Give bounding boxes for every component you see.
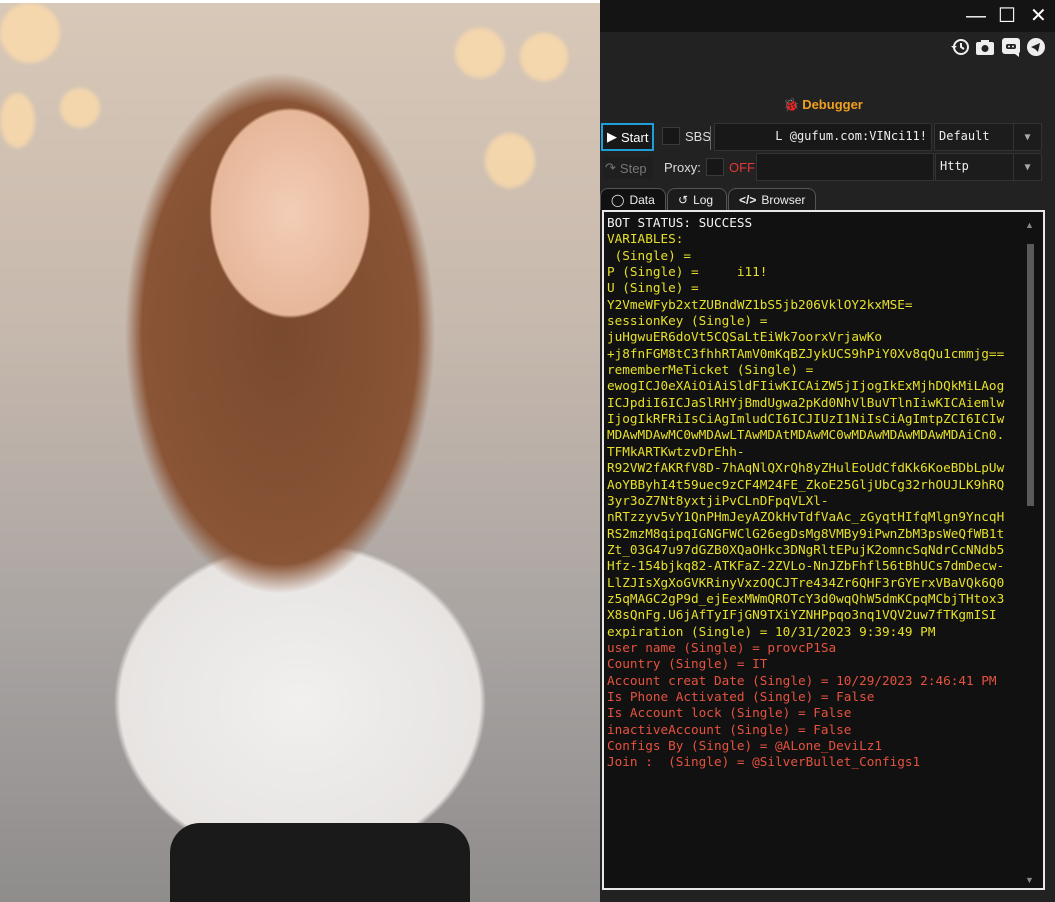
console-line: MDAwMDAwMC0wMDAwLTAwMDAtMDAwMC0wMDAwMDAw…	[607, 427, 1005, 443]
tab-label: Data	[629, 192, 655, 207]
proxy-type-value: Http	[940, 159, 969, 173]
console-line: IjogIkRFRiIsCiAgImludCI6ICJIUzI1NiIsCiAg…	[607, 411, 1005, 427]
console-line: BOT STATUS: SUCCESS	[607, 215, 753, 230]
scrollbar[interactable]: ▲ ▼	[1025, 220, 1035, 885]
console-line: P (Single) = i11!	[607, 264, 768, 280]
console-line: z5qMAGC2gP9d_ejEexMWmQROTcY3d0wqQhW5dmKC…	[607, 590, 1005, 606]
step-label: Step	[619, 160, 647, 176]
bokeh-light	[0, 3, 60, 63]
step-button[interactable]: ↷ Step	[603, 157, 653, 179]
console-line: Configs By (Single) = @ALone_DeviLz1	[607, 738, 882, 753]
console-line: inactiveAccount (Single) = False	[607, 721, 852, 737]
bokeh-light	[455, 28, 505, 78]
maximize-button[interactable]: ☐	[998, 6, 1016, 26]
console-line: 3yr3oZ7Nt8yxtjiPvCLnDFpqVLXl-	[607, 492, 829, 508]
console-line: X8sQnFg.U6jAfTyIFjGN9TXiYZNHPpqo3nq1VQV2…	[607, 607, 997, 623]
console-line: rememberMeTicket (Single) =	[607, 362, 814, 378]
console-line: Is Account lock (Single) = False	[607, 705, 852, 721]
tab-log[interactable]: ↺ Log	[667, 188, 727, 210]
console-line: Country (Single) = IT	[607, 656, 768, 672]
console-line: U (Single) =	[607, 280, 699, 296]
console-line: Is Phone Activated (Single) = False	[607, 688, 875, 704]
tab-browser[interactable]: </> Browser	[728, 188, 816, 210]
output-console: BOT STATUS: SUCCESS VARIABLES: (Single) =…	[602, 210, 1045, 890]
config-select[interactable]: Default ▼	[934, 123, 1042, 151]
bokeh-light	[520, 33, 568, 81]
skirt	[170, 823, 470, 902]
camera-icon[interactable]	[975, 37, 995, 57]
tab-data[interactable]: ◯ Data	[600, 188, 666, 210]
proxy-label: Proxy:	[664, 160, 701, 175]
play-icon: ▶	[607, 129, 617, 144]
console-line: TFMkARTKwtzvDrEhh-	[607, 443, 745, 459]
console-lines: BOT STATUS: SUCCESS VARIABLES: (Single) =…	[607, 215, 1027, 771]
scroll-down-icon[interactable]: ▼	[1025, 875, 1034, 885]
bug-icon: 🐞	[783, 97, 800, 112]
start-button[interactable]: ▶ Start	[601, 123, 654, 151]
console-line: VARIABLES:	[607, 231, 684, 247]
bokeh-light	[60, 88, 100, 128]
proxy-state: OFF	[729, 160, 755, 175]
chevron-down-icon: ▼	[1013, 154, 1041, 180]
bokeh-light	[0, 93, 35, 148]
data-input[interactable]: L @gufum.com:VINci11!	[714, 123, 932, 151]
history-icon[interactable]	[950, 37, 970, 57]
title-bar: — ☐ ✕	[600, 0, 1055, 32]
sbs-label: SBS	[685, 129, 712, 144]
console-line: user name (Single) = provcP1Sa	[607, 639, 837, 655]
start-label: Start	[621, 129, 649, 145]
console-line: +j8fnFGM8tC3fhhRTAmV0mKqBZJykUCS9hPiY0Xv…	[607, 345, 1005, 361]
console-line: Hfz-154bjkq82-ATKFaZ-2ZVLo-NnJZbFhfl56tB…	[607, 558, 1005, 574]
console-line: R92VW2fAKRfV8D-7hAqNlQXrQh8yZHulEoUdCfdK…	[607, 460, 1005, 476]
console-line: expiration (Single) = 10/31/2023 9:39:49…	[607, 623, 936, 639]
step-over-icon: ↷	[605, 160, 616, 175]
console-line: sessionKey (Single) =	[607, 313, 768, 329]
code-icon: </>	[739, 192, 757, 207]
console-line: Zt_03G47u97dGZB0XQaOHkc3DNgRltEPujK2omnc…	[607, 541, 1005, 557]
console-line: AoYBByhI4t59uec9zCF4M24FE_ZkoE25GljUbCg3…	[607, 476, 1005, 492]
proxy-type-select[interactable]: Http ▼	[935, 153, 1042, 181]
console-line: ICJpdiI6ICJaSlRHYjBmdUgwa2pKd0NhVlBuVTln…	[607, 394, 1005, 410]
console-line: LlZJIsXgXoGVKRinyVxzOQCJTre434Zr6QHF3rGY…	[607, 574, 1005, 590]
proxy-checkbox[interactable]	[706, 158, 724, 176]
portrait-photo	[0, 3, 600, 902]
console-line: (Single) =	[607, 247, 692, 263]
chevron-down-icon: ▼	[1013, 124, 1041, 150]
scroll-up-icon[interactable]: ▲	[1025, 220, 1034, 230]
close-button[interactable]: ✕	[1030, 6, 1047, 26]
discord-icon[interactable]	[1001, 37, 1021, 57]
console-line: Y2VmeWFyb2xtZUBndWZ1bS5jb206VklOY2kxMSE=	[607, 296, 913, 312]
tab-label: Browser	[761, 192, 806, 207]
debugger-label: Debugger	[802, 97, 863, 112]
bokeh-light	[485, 133, 535, 188]
config-select-value: Default	[939, 129, 990, 143]
refresh-icon: ◯	[611, 192, 625, 207]
history-icon: ↺	[678, 192, 689, 207]
sbs-checkbox[interactable]	[662, 127, 680, 145]
console-line: nRTzzyv5vY1QnPHmJeyAZOkHvTdfVaAc_zGyqtHI…	[607, 509, 1005, 525]
debugger-panel: — ☐ ✕ 🐞 Debugger ▶ Start SBS L @gufum.com:…	[600, 0, 1055, 902]
console-line: juHgwuER6doVt5CQSaLtEiWk7oorxVrjawKo	[607, 329, 882, 345]
debugger-title: 🐞 Debugger	[783, 97, 863, 113]
console-line: Join : (Single) = @SilverBullet_Configs1	[607, 754, 921, 770]
telegram-icon[interactable]	[1026, 37, 1046, 57]
tab-label: Log	[693, 192, 714, 207]
proxy-input[interactable]	[756, 153, 934, 181]
divider	[710, 126, 711, 150]
minimize-button[interactable]: —	[966, 6, 986, 26]
console-line: Account creat Date (Single) = 10/29/2023…	[607, 672, 997, 688]
console-line: RS2mzM8qipqIGNGFWClG26egDsMg8VMBy9iPwnZb…	[607, 525, 1005, 541]
console-line: ewogICJ0eXAiOiAiSldFIiwKICAiZW5jIjogIkEx…	[607, 378, 1005, 394]
scrollbar-thumb[interactable]	[1027, 244, 1034, 506]
